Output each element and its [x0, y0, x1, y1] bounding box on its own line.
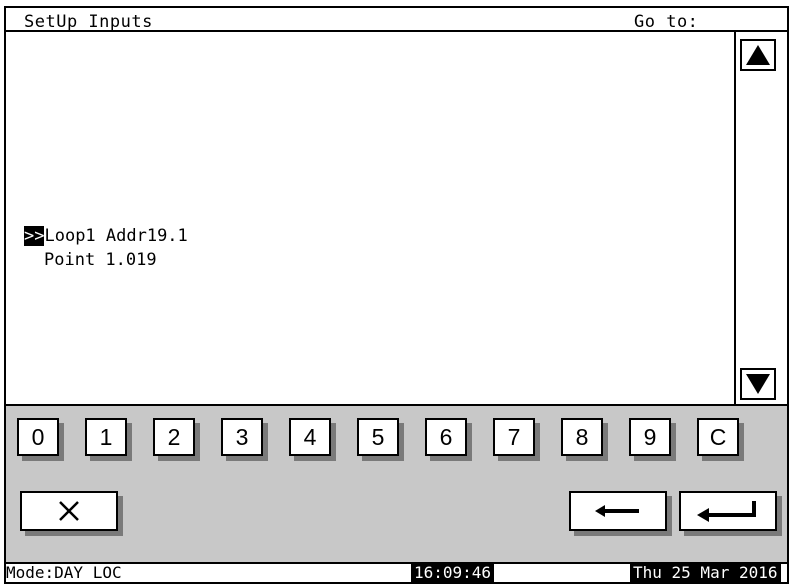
- key-4[interactable]: 4: [289, 418, 331, 456]
- keypad: 0 1 2 3 4 5 6 7 8 9 C: [6, 404, 787, 562]
- cancel-button[interactable]: [20, 491, 118, 531]
- selection-marker: >>: [24, 226, 45, 246]
- clock-time: 16:09:46: [411, 564, 495, 582]
- list-item-selected[interactable]: >>Loop1 Addr19.1: [24, 226, 188, 246]
- key-2[interactable]: 2: [153, 418, 195, 456]
- arrow-left-icon: [595, 505, 639, 517]
- x-icon: [59, 501, 79, 521]
- title-bar: SetUp Inputs Go to:: [6, 8, 787, 32]
- scroll-up-button[interactable]: [740, 39, 776, 71]
- key-0[interactable]: 0: [17, 418, 59, 456]
- goto-label[interactable]: Go to:: [634, 12, 698, 32]
- input-list: >>Loop1 Addr19.1 Point 1.019: [6, 32, 734, 404]
- status-bar: Mode:DAY LOC 16:09:46 Thu 25 Mar 2016: [6, 562, 787, 582]
- backspace-button[interactable]: [569, 491, 667, 531]
- key-6[interactable]: 6: [425, 418, 467, 456]
- key-3[interactable]: 3: [221, 418, 263, 456]
- enter-button[interactable]: [679, 491, 777, 531]
- clock-date: Thu 25 Mar 2016: [630, 564, 781, 582]
- triangle-down-icon: [746, 374, 770, 394]
- list-item-point: Point 1.019: [44, 250, 157, 270]
- enter-icon: [697, 501, 756, 522]
- list-item-loop-address: Loop1 Addr19.1: [44, 226, 188, 246]
- page-title: SetUp Inputs: [24, 12, 153, 32]
- key-clear[interactable]: C: [697, 418, 739, 456]
- mode-status: Mode:DAY LOC: [6, 563, 122, 582]
- key-7[interactable]: 7: [493, 418, 535, 456]
- key-1[interactable]: 1: [85, 418, 127, 456]
- key-9[interactable]: 9: [629, 418, 671, 456]
- key-8[interactable]: 8: [561, 418, 603, 456]
- key-5[interactable]: 5: [357, 418, 399, 456]
- triangle-up-icon: [746, 45, 770, 65]
- scrollbar[interactable]: [734, 32, 779, 405]
- scroll-down-button[interactable]: [740, 368, 776, 400]
- screen-frame: SetUp Inputs Go to: >>Loop1 Addr19.1 Poi…: [4, 6, 789, 584]
